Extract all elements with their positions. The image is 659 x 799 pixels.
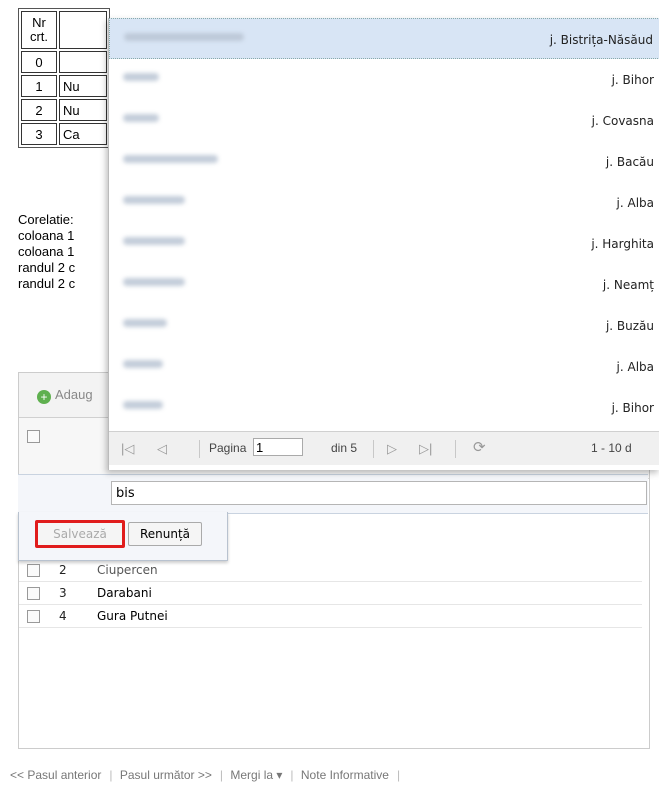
blurred-name <box>123 196 185 204</box>
add-label: Adaug <box>55 387 93 402</box>
county-label: j. Buzău <box>605 319 654 333</box>
table-row[interactable]: 4 Gura Putnei <box>19 605 642 628</box>
corelatie-line: randul 2 c <box>18 260 76 275</box>
next-page-icon[interactable]: ▷ <box>387 441 397 457</box>
row-text: Nu <box>59 75 107 97</box>
blurred-name <box>123 237 185 245</box>
locality-dropdown: j. Bistrița-Năsăud j. Bihor j. Covasna j… <box>108 18 659 470</box>
corelatie-notes: Corelatie: coloana 1 coloana 1 randul 2 … <box>18 212 118 292</box>
county-label: j. Alba <box>616 196 654 210</box>
prev-page-icon[interactable]: ◁ <box>157 441 167 457</box>
goto-menu[interactable]: Mergi la ▾ <box>230 768 282 782</box>
corelatie-line: coloana 1 <box>18 228 75 243</box>
blurred-name <box>123 360 163 368</box>
notes-link[interactable]: Note Informative <box>301 768 389 782</box>
refresh-icon[interactable]: ⟳ <box>473 438 486 456</box>
blurred-name <box>123 155 218 163</box>
indicators-table: Nr crt. 0 1 Nu 2 Nu 3 Ca <box>18 8 110 148</box>
cancel-button[interactable]: Renunță <box>128 522 202 546</box>
list-item[interactable]: j. Bihor <box>109 387 659 428</box>
row-index: 4 <box>59 609 67 623</box>
add-button[interactable]: + Adaug <box>37 387 93 404</box>
row-checkbox[interactable] <box>27 587 40 600</box>
row-number: 1 <box>21 75 57 97</box>
blurred-name <box>123 73 159 81</box>
row-number: 0 <box>21 51 57 73</box>
county-label: j. Bihor <box>611 401 654 415</box>
save-button[interactable]: Salvează <box>35 520 125 548</box>
next-step-link[interactable]: Pasul următor >> <box>120 768 212 782</box>
first-page-icon[interactable]: |◁ <box>121 441 134 457</box>
county-label: j. Harghita <box>591 237 654 251</box>
county-label: j. Bistrița-Năsăud <box>549 33 653 47</box>
blurred-name <box>123 319 167 327</box>
list-item[interactable]: j. Alba <box>109 182 659 223</box>
row-editor: bis <box>18 474 648 514</box>
page-label: Pagina <box>209 441 247 455</box>
table-row[interactable]: 3 Darabani <box>19 582 642 605</box>
row-text <box>59 51 107 73</box>
plus-icon: + <box>37 390 51 404</box>
row-text: Nu <box>59 99 107 121</box>
select-all-checkbox[interactable] <box>27 430 40 443</box>
blurred-name <box>123 401 163 409</box>
list-item[interactable]: j. Buzău <box>109 305 659 346</box>
corelatie-line: Corelatie: <box>18 212 74 227</box>
county-label: j. Neamț <box>602 278 654 292</box>
row-name: Ciupercen <box>97 563 158 577</box>
list-item[interactable]: j. Alba <box>109 346 659 387</box>
row-checkbox[interactable] <box>27 610 40 623</box>
county-label: j. Bihor <box>611 73 654 87</box>
county-label: j. Covasna <box>591 114 654 128</box>
row-name: Gura Putnei <box>97 609 168 623</box>
editor-buttons: Salvează Renunță <box>18 512 228 561</box>
county-label: j. Bacău <box>605 155 654 169</box>
blurred-name <box>124 33 244 41</box>
list-item[interactable]: j. Bihor <box>109 59 659 100</box>
county-label: j. Alba <box>616 360 654 374</box>
paging-range: 1 - 10 d <box>591 441 632 455</box>
prev-step-link[interactable]: << Pasul anterior <box>10 768 101 782</box>
last-page-icon[interactable]: ▷| <box>419 441 432 457</box>
row-name: Darabani <box>97 586 152 600</box>
paging-toolbar: |◁ ◁ Pagina 1 din 5 ▷ ▷| ⟳ 1 - 10 d <box>109 431 659 465</box>
list-item[interactable]: j. Bistrița-Năsăud <box>109 18 659 59</box>
wizard-footer: << Pasul anterior | Pasul următor >> | Mer… <box>10 768 401 782</box>
locality-combo-input[interactable]: bis <box>111 481 647 505</box>
list-item[interactable]: j. Bacău <box>109 141 659 182</box>
corelatie-line: coloana 1 <box>18 244 75 259</box>
table-row[interactable]: 2 Ciupercen <box>19 559 642 582</box>
list-item[interactable]: j. Covasna <box>109 100 659 141</box>
nr-crt-header: Nr crt. <box>21 11 57 49</box>
row-index: 3 <box>59 586 67 600</box>
page-count-label: din 5 <box>331 441 358 455</box>
row-number: 3 <box>21 123 57 145</box>
blurred-name <box>123 278 185 286</box>
list-item[interactable]: j. Neamț <box>109 264 659 305</box>
list-item[interactable]: j. Harghita <box>109 223 659 264</box>
row-index: 2 <box>59 563 67 577</box>
row-text: Ca <box>59 123 107 145</box>
page-number-input[interactable]: 1 <box>253 438 303 456</box>
corelatie-line: randul 2 c <box>18 276 76 291</box>
blurred-name <box>123 114 159 122</box>
row-checkbox[interactable] <box>27 564 40 577</box>
row-number: 2 <box>21 99 57 121</box>
